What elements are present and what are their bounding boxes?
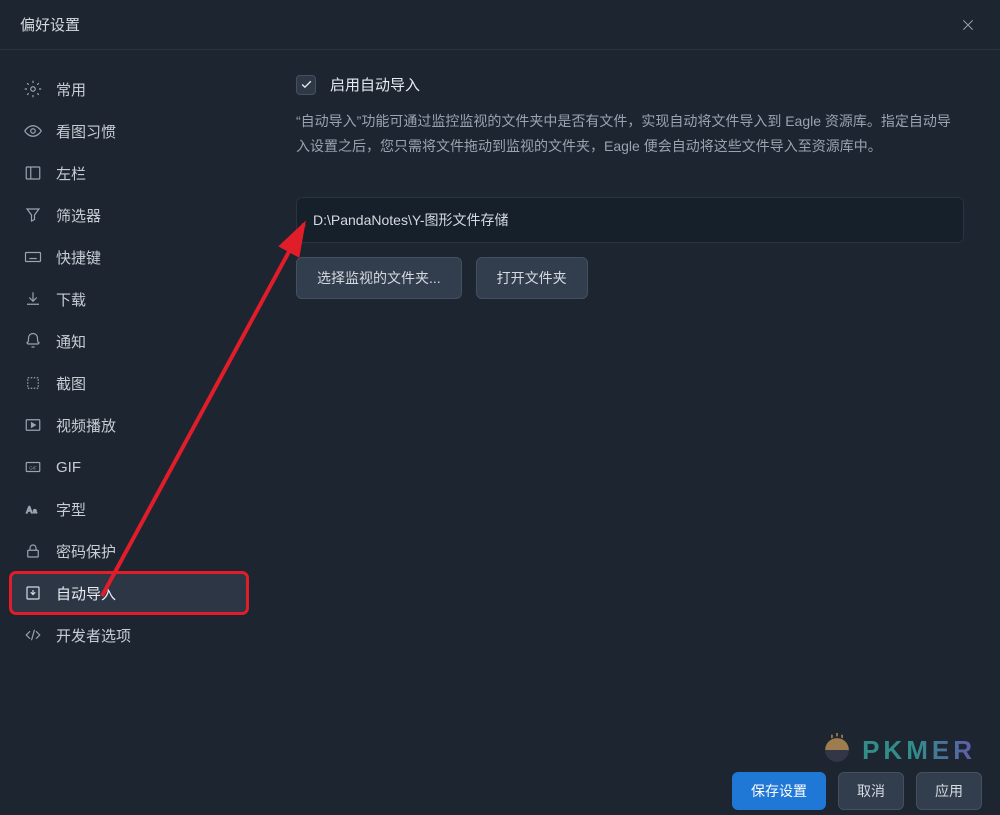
import-icon: [24, 584, 42, 602]
sidebar-item-label: 左栏: [56, 163, 86, 184]
sidebar-item-label: 快捷键: [56, 247, 101, 268]
keyboard-icon: [24, 248, 42, 266]
apply-button[interactable]: 应用: [916, 772, 982, 810]
sidebar: 常用 看图习惯 左栏 筛选器 快捷键 下载 通知 截图: [0, 50, 260, 767]
sidebar-item-label: 开发者选项: [56, 625, 131, 646]
sidebar-item-viewing[interactable]: 看图习惯: [10, 110, 248, 152]
download-icon: [24, 290, 42, 308]
sidebar-item-developer[interactable]: 开发者选项: [10, 614, 248, 656]
titlebar-title: 偏好设置: [20, 14, 80, 35]
eye-icon: [24, 122, 42, 140]
sidebar-item-general[interactable]: 常用: [10, 68, 248, 110]
sidebar-item-label: 字型: [56, 499, 86, 520]
sidebar-item-label: GIF: [56, 459, 81, 476]
svg-text:GIF: GIF: [29, 465, 37, 470]
svg-text:a: a: [33, 508, 37, 515]
lock-icon: [24, 542, 42, 560]
save-button[interactable]: 保存设置: [732, 772, 826, 810]
sidebar-item-label: 截图: [56, 373, 86, 394]
sidebar-item-download[interactable]: 下载: [10, 278, 248, 320]
funnel-icon: [24, 206, 42, 224]
sidebar-item-autoimport[interactable]: 自动导入: [10, 572, 248, 614]
sidebar-layout-icon: [24, 164, 42, 182]
main: 常用 看图习惯 左栏 筛选器 快捷键 下载 通知 截图: [0, 50, 1000, 767]
sidebar-item-label: 密码保护: [56, 541, 116, 562]
sidebar-item-label: 自动导入: [56, 583, 116, 604]
footer: 保存设置 取消 应用: [0, 767, 1000, 815]
sidebar-item-label: 通知: [56, 331, 86, 352]
sidebar-item-notifications[interactable]: 通知: [10, 320, 248, 362]
sidebar-item-filter[interactable]: 筛选器: [10, 194, 248, 236]
font-icon: Aa: [24, 500, 42, 518]
code-icon: [24, 626, 42, 644]
close-button[interactable]: [956, 13, 980, 37]
sidebar-item-gif[interactable]: GIF GIF: [10, 446, 248, 488]
sidebar-item-video[interactable]: 视频播放: [10, 404, 248, 446]
button-row: 选择监视的文件夹... 打开文件夹: [296, 257, 964, 299]
sidebar-item-label: 常用: [56, 79, 86, 100]
svg-text:A: A: [26, 505, 32, 515]
sidebar-item-label: 筛选器: [56, 205, 101, 226]
watched-folder-path[interactable]: D:\PandaNotes\Y-图形文件存储: [296, 197, 964, 243]
sidebar-item-label: 下载: [56, 289, 86, 310]
play-icon: [24, 416, 42, 434]
sidebar-item-screenshot[interactable]: 截图: [10, 362, 248, 404]
close-icon: [960, 17, 976, 33]
crop-icon: [24, 374, 42, 392]
section-title: 启用自动导入: [330, 74, 420, 95]
enable-autoimport-checkbox[interactable]: [296, 75, 316, 95]
cancel-button[interactable]: 取消: [838, 772, 904, 810]
check-icon: [300, 78, 313, 91]
gif-icon: GIF: [24, 458, 42, 476]
sidebar-item-password[interactable]: 密码保护: [10, 530, 248, 572]
autoimport-description: “自动导入”功能可通过监控监视的文件夹中是否有文件，实现自动将文件导入到 Eag…: [296, 109, 964, 159]
sidebar-item-leftcolumn[interactable]: 左栏: [10, 152, 248, 194]
content-panel: 启用自动导入 “自动导入”功能可通过监控监视的文件夹中是否有文件，实现自动将文件…: [260, 50, 1000, 767]
gear-icon: [24, 80, 42, 98]
open-folder-button[interactable]: 打开文件夹: [476, 257, 588, 299]
sidebar-item-label: 看图习惯: [56, 121, 116, 142]
section-header: 启用自动导入: [296, 74, 964, 95]
sidebar-item-shortcuts[interactable]: 快捷键: [10, 236, 248, 278]
sidebar-item-font[interactable]: Aa 字型: [10, 488, 248, 530]
bell-icon: [24, 332, 42, 350]
sidebar-item-label: 视频播放: [56, 415, 116, 436]
titlebar: 偏好设置: [0, 0, 1000, 50]
choose-folder-button[interactable]: 选择监视的文件夹...: [296, 257, 462, 299]
